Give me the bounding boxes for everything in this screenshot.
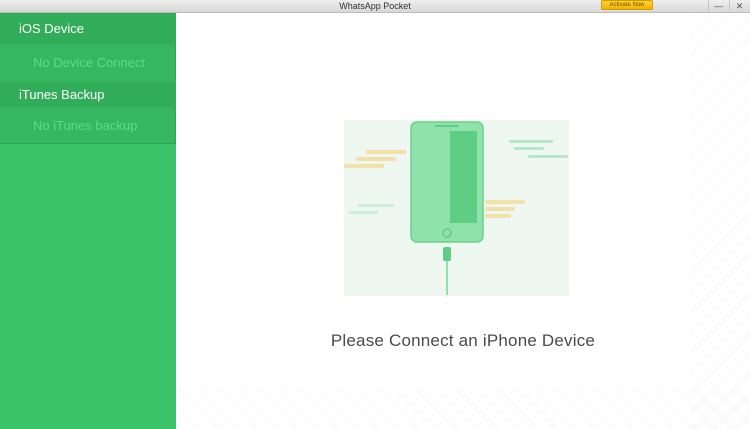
title-bar: WhatsApp Pocket Activate Now — ✕ bbox=[0, 0, 750, 13]
main-content: Please Connect an iPhone Device bbox=[176, 13, 750, 429]
sidebar-item-no-itunes-backup[interactable]: No iTunes backup bbox=[0, 107, 176, 144]
sidebar-header-ios-device[interactable]: iOS Device bbox=[0, 13, 176, 44]
activate-now-button[interactable]: Activate Now bbox=[601, 0, 653, 10]
close-button[interactable]: ✕ bbox=[729, 0, 749, 12]
minimize-button[interactable]: — bbox=[708, 0, 728, 12]
background-pattern bbox=[690, 13, 750, 429]
sidebar-item-no-device[interactable]: No Device Connect bbox=[0, 44, 176, 82]
sidebar: iOS Device No Device Connect iTunes Back… bbox=[0, 13, 176, 429]
background-pattern-bottom bbox=[176, 389, 750, 429]
sidebar-panel: iOS Device No Device Connect iTunes Back… bbox=[0, 13, 176, 144]
sidebar-header-itunes-backup[interactable]: iTunes Backup bbox=[0, 82, 176, 107]
connect-device-message: Please Connect an iPhone Device bbox=[330, 331, 596, 350]
iphone-connect-icon bbox=[344, 120, 569, 296]
